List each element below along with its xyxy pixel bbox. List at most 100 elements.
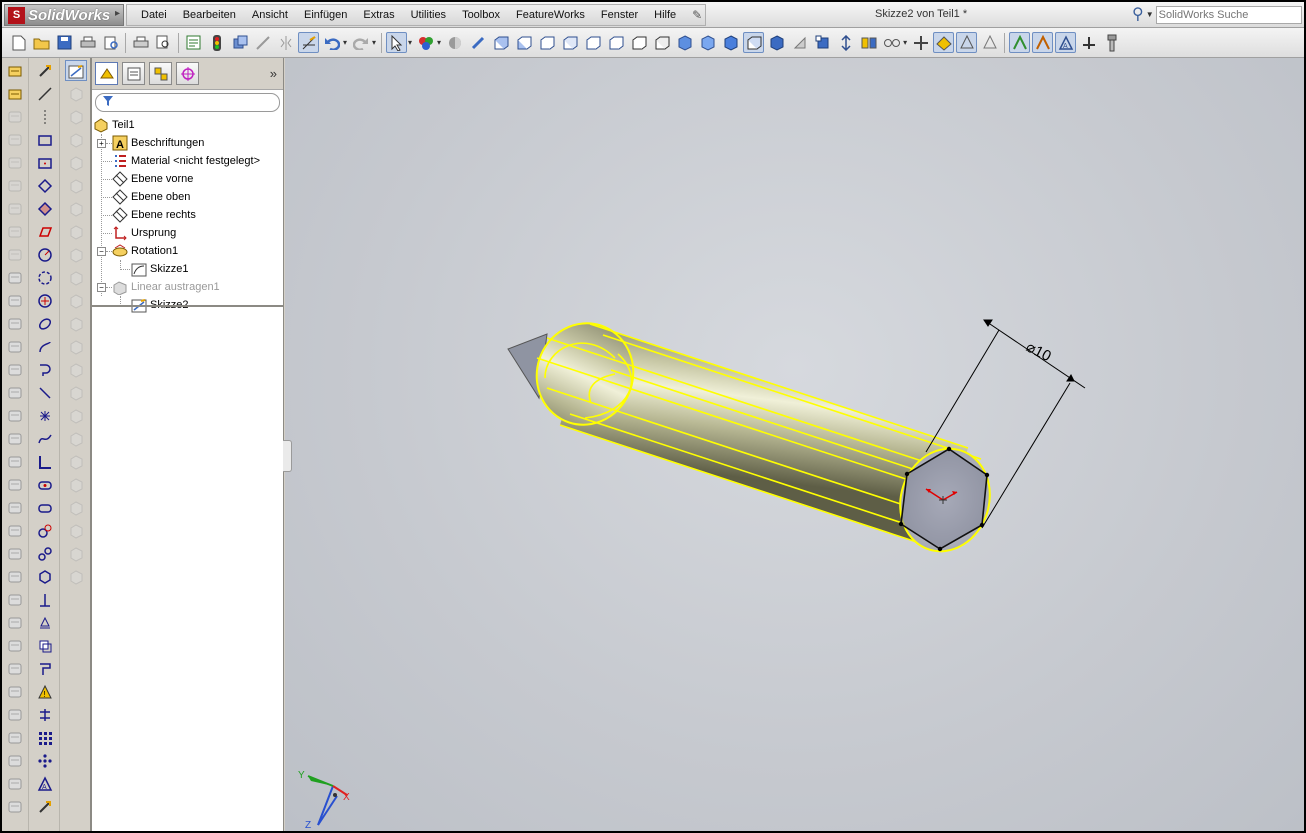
vstrip3-tool-5-icon[interactable]: [65, 152, 87, 173]
vstrip1-tool-30-icon[interactable]: [4, 727, 26, 748]
vstrip1-tool-8-icon[interactable]: [4, 221, 26, 242]
menu-einfuegen[interactable]: Einfügen: [304, 9, 347, 21]
vstrip3-tool-11-icon[interactable]: [65, 290, 87, 311]
vstrip2-tool-27-icon[interactable]: [34, 658, 56, 679]
vstrip3-tool-3-icon[interactable]: [65, 106, 87, 127]
expand-panel-icon[interactable]: »: [270, 66, 277, 81]
vstrip1-tool-19-icon[interactable]: [4, 474, 26, 495]
print-icon[interactable]: [77, 32, 98, 53]
hidden-lines-icon[interactable]: [743, 32, 765, 53]
vstrip1-tool-12-icon[interactable]: [4, 313, 26, 334]
configurationmanager-tab-icon[interactable]: [149, 62, 172, 85]
vstrip1-tool-25-icon[interactable]: [4, 612, 26, 633]
vstrip2-tool-6-icon[interactable]: [34, 175, 56, 196]
tree-item-annotations[interactable]: A Beschriftungen: [111, 134, 204, 152]
vstrip3-tool-13-icon[interactable]: [65, 336, 87, 357]
undo-dropdown-icon[interactable]: ▾: [343, 38, 347, 47]
zoom-page-icon[interactable]: [153, 32, 174, 53]
menu-fenster[interactable]: Fenster: [601, 9, 638, 21]
move-triad-icon[interactable]: [910, 32, 931, 53]
vstrip3-tool-20-icon[interactable]: [65, 497, 87, 518]
vstrip2-tool-31-icon[interactable]: [34, 750, 56, 771]
dimension-value-label[interactable]: ⌀10: [1023, 338, 1054, 365]
vstrip1-tool-26-icon[interactable]: [4, 635, 26, 656]
featuremanager-tab-icon[interactable]: [95, 62, 118, 85]
vstrip2-tool-14-icon[interactable]: [34, 359, 56, 380]
tree-item-sketch1[interactable]: Skizze1: [130, 260, 189, 278]
glasses-icon[interactable]: [881, 32, 902, 53]
save-icon[interactable]: [54, 32, 75, 53]
vstrip3-tool-16-icon[interactable]: [65, 405, 87, 426]
vstrip2-tool-19-icon[interactable]: [34, 474, 56, 495]
vstrip2-tool-13-icon[interactable]: [34, 336, 56, 357]
print-icon-2[interactable]: [130, 32, 151, 53]
vstrip2-tool-3-icon[interactable]: [34, 106, 56, 127]
vstrip1-tool-33-icon[interactable]: [4, 796, 26, 817]
appearance-dropdown-icon[interactable]: ▾: [437, 38, 441, 47]
select-pointer-icon[interactable]: [386, 32, 408, 53]
tree-item-front-plane[interactable]: Ebene vorne: [111, 170, 193, 188]
view-bottom-icon[interactable]: [605, 32, 626, 53]
undo-icon[interactable]: [321, 32, 342, 53]
search-dropdown-icon[interactable]: ▼: [1146, 10, 1154, 19]
vstrip1-tool-23-icon[interactable]: [4, 566, 26, 587]
menu-hilfe[interactable]: Hilfe: [654, 9, 676, 21]
pin-menu-icon[interactable]: ✎: [692, 8, 702, 22]
display-pane-icon[interactable]: [858, 32, 879, 53]
solidworks-logo-menu[interactable]: S SolidWorks ▸: [4, 4, 124, 26]
vstrip3-tool-12-icon[interactable]: [65, 313, 87, 334]
open-folder-icon[interactable]: [31, 32, 52, 53]
vstrip2-tool-4-icon[interactable]: [34, 129, 56, 150]
search-icon[interactable]: ⚲: [1132, 6, 1144, 23]
view-front-icon[interactable]: [490, 32, 511, 53]
view-left-icon[interactable]: [536, 32, 557, 53]
select-dropdown-icon[interactable]: ▾: [408, 38, 412, 47]
vstrip1-tool-17-icon[interactable]: [4, 428, 26, 449]
vstrip3-tool-14-icon[interactable]: [65, 359, 87, 380]
vstrip3-tool-6-icon[interactable]: [65, 175, 87, 196]
view-dimensions-icon[interactable]: A: [1055, 32, 1077, 53]
collapse-extrude-icon[interactable]: −: [97, 283, 106, 292]
vstrip1-tool-6-icon[interactable]: [4, 175, 26, 196]
menu-utilities[interactable]: Utilities: [411, 9, 446, 21]
menu-datei[interactable]: Datei: [141, 9, 167, 21]
new-document-icon[interactable]: [8, 32, 29, 53]
tree-item-origin[interactable]: Ursprung: [111, 224, 176, 242]
vstrip3-tool-8-icon[interactable]: [65, 221, 87, 242]
vstrip3-tool-10-icon[interactable]: [65, 267, 87, 288]
menu-extras[interactable]: Extras: [363, 9, 394, 21]
vstrip2-tool-32-icon[interactable]: A: [34, 773, 56, 794]
rebuild-icon[interactable]: [206, 32, 227, 53]
vstrip1-tool-11-icon[interactable]: [4, 290, 26, 311]
view-orientation-icon[interactable]: [812, 32, 833, 53]
shaded-edges-icon[interactable]: [720, 32, 741, 53]
vstrip3-tool-21-icon[interactable]: [65, 520, 87, 541]
expand-annotations-icon[interactable]: +: [97, 139, 106, 148]
vstrip2-tool-18-icon[interactable]: [34, 451, 56, 472]
vstrip1-tool-24-icon[interactable]: [4, 589, 26, 610]
vstrip3-tool-19-icon[interactable]: [65, 474, 87, 495]
vstrip2-tool-8-icon[interactable]: [34, 221, 56, 242]
vstrip2-tool-9-icon[interactable]: [34, 244, 56, 265]
vstrip1-tool-5-icon[interactable]: [4, 152, 26, 173]
vstrip1-tool-13-icon[interactable]: [4, 336, 26, 357]
redo-dropdown-icon[interactable]: ▾: [372, 38, 376, 47]
vstrip2-tool-1-icon[interactable]: [34, 60, 56, 81]
vstrip1-tool-4-icon[interactable]: [4, 129, 26, 150]
vstrip2-tool-17-icon[interactable]: [34, 428, 56, 449]
menu-ansicht[interactable]: Ansicht: [252, 9, 288, 21]
vstrip2-tool-28-icon[interactable]: !: [34, 681, 56, 702]
wireframe-icon[interactable]: [766, 32, 787, 53]
dimxpert-tab-icon[interactable]: [176, 62, 199, 85]
vstrip3-tool-18-icon[interactable]: [65, 451, 87, 472]
propertymanager-tab-icon[interactable]: [122, 62, 145, 85]
vstrip2-tool-23-icon[interactable]: [34, 566, 56, 587]
vstrip2-tool-7-icon[interactable]: [34, 198, 56, 219]
measure-icon[interactable]: [467, 32, 488, 53]
redo-icon[interactable]: [350, 32, 371, 53]
vstrip1-tool-21-icon[interactable]: [4, 520, 26, 541]
menu-bearbeiten[interactable]: Bearbeiten: [183, 9, 236, 21]
view-axes-icon[interactable]: [956, 32, 978, 53]
section-view-icon[interactable]: [789, 32, 810, 53]
vstrip3-tool-2-icon[interactable]: [65, 83, 87, 104]
